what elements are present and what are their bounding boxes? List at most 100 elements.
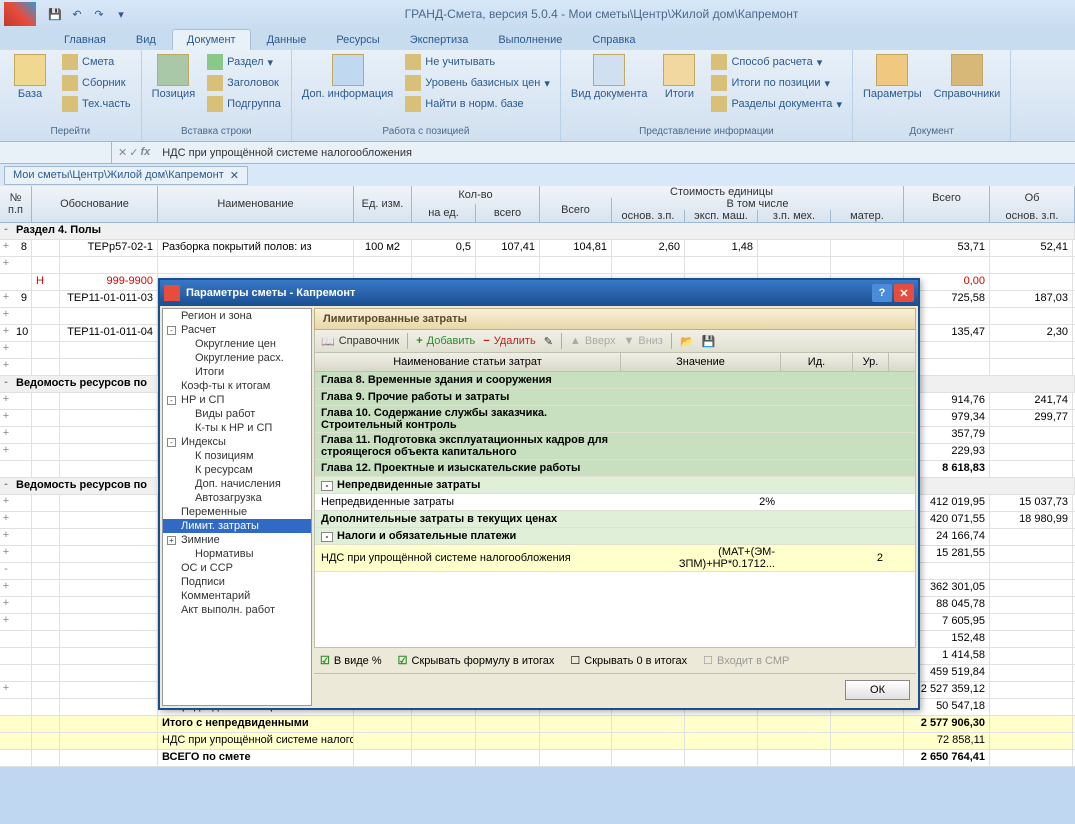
smeta-button[interactable]: Смета <box>58 52 135 72</box>
tree-item[interactable]: Комментарий <box>163 589 311 603</box>
subgroup-button[interactable]: Подгруппа <box>203 94 285 114</box>
sbornik-button[interactable]: Сборник <box>58 73 135 93</box>
hidezero-checkbox[interactable]: ☐Скрывать 0 в итогах <box>570 654 687 667</box>
tree-item[interactable]: К-ты к НР и СП <box>163 421 311 435</box>
edit-button[interactable]: ✎ <box>544 335 553 348</box>
percent-checkbox[interactable]: ☑В виде % <box>320 654 382 667</box>
accept-icon[interactable]: ✓ <box>129 146 138 159</box>
techpart-button[interactable]: Тех.часть <box>58 94 135 114</box>
tree-item[interactable]: Переменные <box>163 505 311 519</box>
tree-item[interactable]: Автозагрузка <box>163 491 311 505</box>
expand-icon[interactable]: + <box>0 342 12 358</box>
tree-expand-icon[interactable]: - <box>167 326 176 335</box>
save-icon[interactable]: 💾 <box>45 4 65 24</box>
fx-icon[interactable]: fx <box>140 146 150 159</box>
add-button[interactable]: + Добавить <box>416 335 475 347</box>
hideformula-checkbox[interactable]: ☑Скрывать формулу в итогах <box>398 654 555 667</box>
ok-button[interactable]: ОК <box>845 680 910 700</box>
dialog-titlebar[interactable]: Параметры сметы - Капремонт ? ✕ <box>160 280 918 306</box>
undo-icon[interactable]: ↶ <box>67 4 87 24</box>
tree-item[interactable]: +Зимние <box>163 533 311 547</box>
tree-item[interactable]: Подписи <box>163 575 311 589</box>
tab-main[interactable]: Главная <box>50 30 120 50</box>
name-box[interactable] <box>4 142 112 163</box>
tree-item[interactable]: Нормативы <box>163 547 311 561</box>
baselevel-button[interactable]: Уровень базисных цен ▾ <box>401 73 554 93</box>
cancel-icon[interactable]: ✕ <box>118 146 127 159</box>
expand-icon[interactable]: + <box>0 614 12 630</box>
tree-item[interactable]: -НР и СП <box>163 393 311 407</box>
expand-icon[interactable] <box>0 461 12 477</box>
expand-icon[interactable]: + <box>0 512 12 528</box>
header-button[interactable]: Заголовок <box>203 73 285 93</box>
dopinfo-button[interactable]: Доп. информация <box>298 52 397 102</box>
tree-item[interactable]: Округление расх. <box>163 351 311 365</box>
expand-icon[interactable]: + <box>0 546 12 562</box>
expand-icon[interactable] <box>0 631 12 647</box>
tab-document[interactable]: Документ <box>172 29 251 50</box>
qat-more-icon[interactable]: ▾ <box>111 4 131 24</box>
table-row[interactable]: + 8 ТЕРр57-02-1 Разборка покрытий полов:… <box>0 240 1075 257</box>
position-button[interactable]: Позиция <box>148 52 200 102</box>
dialog-grid-body[interactable]: Глава 8. Временные здания и сооружения Г… <box>314 372 916 648</box>
expand-icon[interactable]: - <box>0 376 12 392</box>
tree-expand-icon[interactable]: - <box>167 396 176 405</box>
expand-icon[interactable]: + <box>0 495 12 511</box>
delete-button[interactable]: − Удалить <box>483 335 535 347</box>
expand-icon[interactable]: + <box>0 359 12 375</box>
table-row[interactable]: + <box>0 257 1075 274</box>
tab-data[interactable]: Данные <box>253 30 321 50</box>
expand-icon[interactable]: + <box>0 444 12 460</box>
tree-item[interactable]: Коэф-ты к итогам <box>163 379 311 393</box>
ignore-button[interactable]: Не учитывать <box>401 52 554 72</box>
dialog-tree[interactable]: Регион и зона-РасчетОкругление ценОкругл… <box>162 308 312 706</box>
expand-icon[interactable]: + <box>0 325 12 341</box>
expand-icon[interactable]: - <box>0 563 12 579</box>
col-pp[interactable]: № п.п <box>0 186 32 222</box>
expand-icon[interactable]: + <box>0 308 12 324</box>
tree-item[interactable]: -Индексы <box>163 435 311 449</box>
tree-expand-icon[interactable]: - <box>167 438 176 447</box>
doc-tab[interactable]: Мои сметы\Центр\Жилой дом\Капремонт ✕ <box>4 166 248 185</box>
postotals-button[interactable]: Итоги по позиции ▾ <box>707 73 846 93</box>
expand-icon[interactable] <box>0 699 12 715</box>
col-osn[interactable]: Обоснование <box>32 186 158 222</box>
down-button[interactable]: ▼ Вниз <box>623 335 663 347</box>
list-item[interactable]: Глава 9. Прочие работы и затраты <box>315 389 915 406</box>
redo-icon[interactable]: ↷ <box>89 4 109 24</box>
reference-button[interactable]: 📖 Справочник <box>321 335 399 348</box>
tree-item[interactable]: К ресурсам <box>163 463 311 477</box>
expand-icon[interactable]: + <box>0 291 12 307</box>
tree-item[interactable]: Доп. начисления <box>163 477 311 491</box>
list-item[interactable]: Глава 8. Временные здания и сооружения <box>315 372 915 389</box>
refs-button[interactable]: Справочники <box>930 52 1005 102</box>
table-row[interactable]: -Раздел 4. Полы <box>0 223 1075 240</box>
tab-expertise[interactable]: Экспертиза <box>396 30 483 50</box>
totals-button[interactable]: Итоги <box>655 52 703 102</box>
list-item[interactable]: Глава 12. Проектные и изыскательские раб… <box>315 460 915 477</box>
table-row[interactable]: НДС при упрощённой системе налогообложен… <box>0 733 1075 750</box>
table-row[interactable]: Итого с непредвиденными 2 577 906,30 <box>0 716 1075 733</box>
base-button[interactable]: База <box>6 52 54 102</box>
expand-icon[interactable] <box>0 648 12 664</box>
tree-item[interactable]: -Расчет <box>163 323 311 337</box>
expand-icon[interactable]: + <box>0 257 12 273</box>
calcmethod-button[interactable]: Способ расчета ▾ <box>707 52 846 72</box>
col-ed[interactable]: Ед. изм. <box>354 186 412 222</box>
help-button[interactable]: ? <box>872 284 892 302</box>
expand-icon[interactable] <box>0 733 12 749</box>
expand-icon[interactable]: + <box>0 597 12 613</box>
expand-icon[interactable]: + <box>0 427 12 443</box>
formula-input[interactable]: НДС при упрощённой системе налогообложен… <box>156 147 1071 159</box>
close-icon[interactable]: ✕ <box>230 169 239 182</box>
up-button[interactable]: ▲ Вверх <box>570 335 616 347</box>
expand-icon[interactable]: + <box>0 580 12 596</box>
tab-resources[interactable]: Ресурсы <box>322 30 393 50</box>
tab-execution[interactable]: Выполнение <box>484 30 576 50</box>
tree-item[interactable]: Итоги <box>163 365 311 379</box>
tree-item[interactable]: Лимит. затраты <box>163 519 311 533</box>
expand-icon[interactable] <box>0 716 12 732</box>
expand-icon[interactable]: + <box>0 529 12 545</box>
expand-icon[interactable]: - <box>0 223 12 239</box>
col-naim[interactable]: Наименование <box>158 186 354 222</box>
